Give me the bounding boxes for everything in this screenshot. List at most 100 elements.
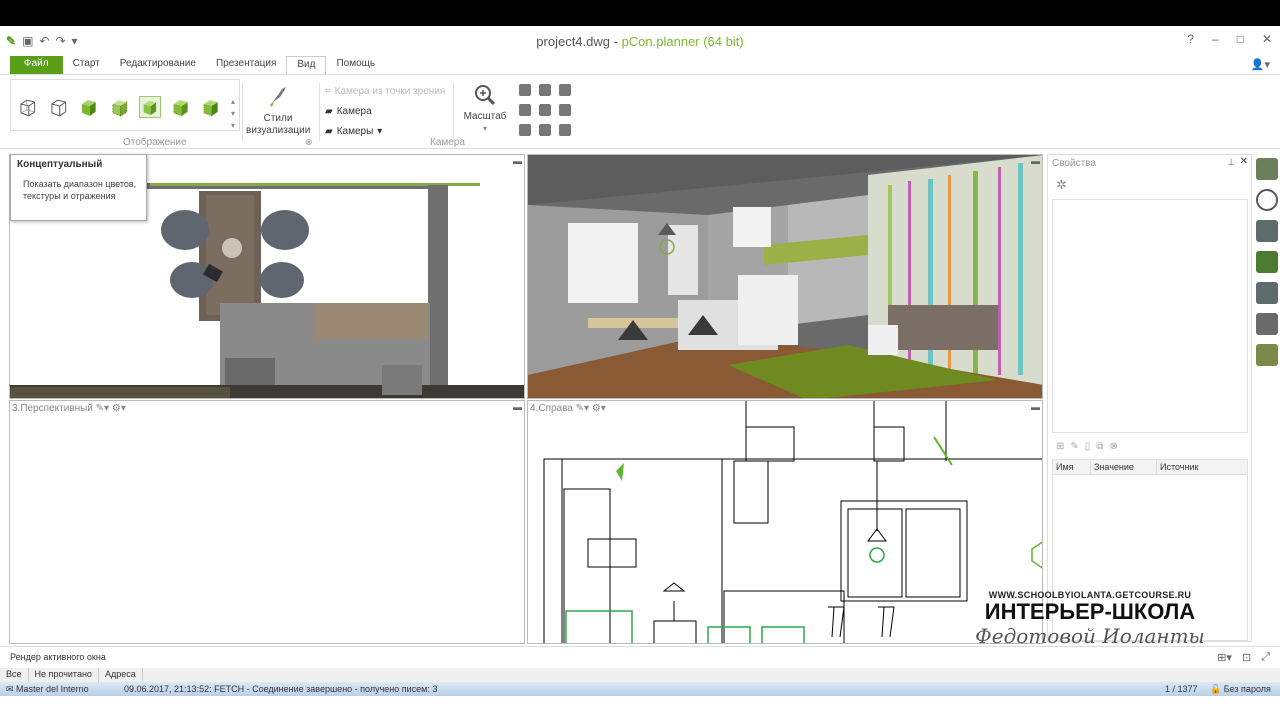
camera-list: ⌗ Камера из точки зрения ▰ Камера ▰ Камеры ▾ — [325, 81, 445, 141]
column-value[interactable]: Значение — [1091, 460, 1157, 474]
mail-security: 🔓 Без пароля — [1210, 684, 1280, 695]
viewport-style-icon[interactable]: ✎▾ — [96, 403, 109, 414]
view-top-icon[interactable] — [539, 84, 551, 96]
window-controls: ? – □ ✕ — [1187, 32, 1272, 46]
fullscreen-icon[interactable]: ⤢ — [1261, 651, 1270, 664]
tab-edit[interactable]: Редактирование — [110, 56, 206, 74]
panel-close-icon[interactable]: ✕ — [1240, 156, 1248, 167]
viewport-maximize-icon[interactable]: ▬ — [1031, 402, 1040, 412]
separator — [453, 83, 454, 141]
visual-styles-button[interactable]: Стили визуализации — [246, 81, 310, 137]
tab-help[interactable]: Помощь — [326, 56, 385, 74]
textured-icon[interactable] — [109, 96, 131, 118]
help-button[interactable]: ? — [1187, 32, 1194, 46]
gallery-scroll-icon[interactable]: ▴ ▾ ▾ — [231, 96, 235, 130]
minimize-button[interactable]: – — [1212, 32, 1219, 46]
properties-panel: Свойства ⊥ ✕ ✲ ⊞ ✎ ▯ ⧉ ⊗ Имя Значение Ис… — [1047, 154, 1252, 642]
view-bottom-icon[interactable] — [539, 124, 551, 136]
wireframe-icon[interactable] — [17, 96, 39, 118]
hidden-line-icon[interactable] — [48, 96, 70, 118]
zoom-button[interactable]: Масштаб ▾ — [460, 83, 510, 135]
properties-title: Свойства — [1052, 158, 1096, 169]
separator — [319, 83, 320, 141]
tab-all[interactable]: Все — [0, 668, 29, 682]
tab-file[interactable]: Файл — [10, 56, 63, 74]
layers-icon[interactable] — [1256, 251, 1278, 273]
column-source[interactable]: Источник — [1157, 460, 1247, 474]
camera-group-label: Камера — [430, 137, 465, 148]
panel-pin-icon[interactable]: ⊥ — [1227, 157, 1235, 168]
viewport-maximize-icon[interactable]: ▬ — [513, 156, 522, 166]
perspective-render — [528, 155, 1042, 398]
tab-view[interactable]: Вид — [286, 56, 327, 74]
viewport-style-icon[interactable]: ✎▾ — [576, 403, 589, 414]
terrain-icon[interactable] — [1256, 344, 1278, 366]
cameras-dropdown[interactable]: ▰ Камеры ▾ — [325, 121, 445, 141]
status-text: Рендер активного окна — [10, 652, 106, 662]
tab-addresses[interactable]: Адреса — [99, 668, 143, 682]
viewport-maximize-icon[interactable]: ▬ — [1031, 156, 1040, 166]
tooltip: Концептуальный Показать диапазон цветов,… — [10, 154, 147, 221]
standard-views-grid — [516, 81, 574, 139]
tab-presentation[interactable]: Презентация — [206, 56, 286, 74]
display-mode-gallery: ▴ ▾ ▾ — [10, 79, 240, 131]
properties-gear-icon[interactable]: ✲ — [1056, 177, 1067, 193]
camera-eye-icon: ⌗ — [325, 85, 331, 97]
camera-button[interactable]: ▰ Камера — [325, 101, 445, 121]
new-icon[interactable]: ▯ — [1085, 441, 1091, 452]
tooltip-body: Показать диапазон цветов, текстуры и отр… — [23, 179, 137, 201]
shaded-icon[interactable] — [78, 96, 100, 118]
view-bottom-left-icon[interactable] — [519, 124, 531, 136]
add-property-icon[interactable]: ⊞ — [1056, 441, 1064, 452]
column-name[interactable]: Имя — [1053, 460, 1091, 474]
viewport-perspective[interactable]: 3.Перспективный ✎▾ ⚙▾ ▬ — [9, 400, 525, 644]
camera-icon: ▰ — [325, 105, 333, 117]
tab-start[interactable]: Старт — [63, 56, 110, 74]
catalog-icon[interactable] — [1256, 158, 1278, 180]
realistic-icon[interactable] — [170, 96, 192, 118]
magnifier-icon — [475, 85, 496, 106]
mail-icon: ✉ — [6, 683, 17, 694]
view-left-icon[interactable] — [519, 104, 531, 116]
status-controls: ⊞▾ ⊡ ⤢ — [1217, 651, 1270, 664]
lock-icon: 🔓 — [1210, 683, 1224, 694]
copy-icon[interactable]: ⧉ — [1096, 441, 1103, 452]
watermark: WWW.SCHOOLBYIOLANTA.GETCOURSE.RU ИНТЕРЬЕ… — [960, 590, 1220, 648]
title-separator: - — [610, 34, 622, 49]
viewport-settings-icon[interactable]: ⚙▾ — [112, 403, 126, 414]
separator — [242, 83, 243, 141]
user-icon[interactable]: 👤▾ — [1251, 58, 1270, 71]
shadows-icon[interactable] — [200, 96, 222, 118]
maximize-button[interactable]: □ — [1237, 32, 1244, 46]
close-button[interactable]: ✕ — [1262, 32, 1272, 46]
dialog-launcher-icon[interactable]: ⊗ — [305, 137, 313, 148]
snap-icon[interactable]: ⊡ — [1242, 651, 1251, 664]
window-title: project4.dwg - pCon.planner (64 bit) — [0, 34, 1280, 49]
tab-unread[interactable]: Не прочитано — [29, 668, 99, 682]
delete-icon[interactable]: ⊗ — [1109, 441, 1117, 452]
view-top-left-icon[interactable] — [519, 84, 531, 96]
edit-property-icon[interactable]: ✎ — [1070, 441, 1078, 452]
grid-icon[interactable]: ⊞▾ — [1217, 651, 1232, 664]
mail-account: ✉ Master del Interno — [0, 684, 120, 695]
materials-icon[interactable] — [1256, 282, 1278, 304]
camera-from-viewpoint-label: Камера из точки зрения — [334, 85, 446, 97]
camera-from-viewpoint-button[interactable]: ⌗ Камера из точки зрения — [325, 81, 445, 101]
viewport-settings-icon[interactable]: ⚙▾ — [592, 403, 606, 414]
paint-icon[interactable] — [1256, 313, 1278, 335]
cameras-icon: ▰ — [325, 125, 333, 137]
mail-security-label: Без пароля — [1223, 683, 1271, 694]
tooltip-title: Концептуальный — [17, 159, 103, 170]
properties-table-header: Имя Значение Источник — [1053, 460, 1247, 475]
storage-icon[interactable] — [1256, 220, 1278, 242]
online-catalog-icon[interactable] — [1256, 189, 1278, 211]
conceptual-icon[interactable] — [139, 96, 161, 118]
view-bottom-right-icon[interactable] — [559, 124, 571, 136]
view-right-icon[interactable] — [559, 104, 571, 116]
viewport-perspective-render[interactable]: ▬ — [527, 154, 1043, 399]
viewport-maximize-icon[interactable]: ▬ — [513, 402, 522, 412]
view-top-right-icon[interactable] — [559, 84, 571, 96]
mail-account-label: Master del Interno — [16, 683, 89, 694]
view-front-icon[interactable] — [539, 104, 551, 116]
mail-message: 09.06.2017, 21:13:52: FETCH - Соединение… — [124, 684, 438, 694]
